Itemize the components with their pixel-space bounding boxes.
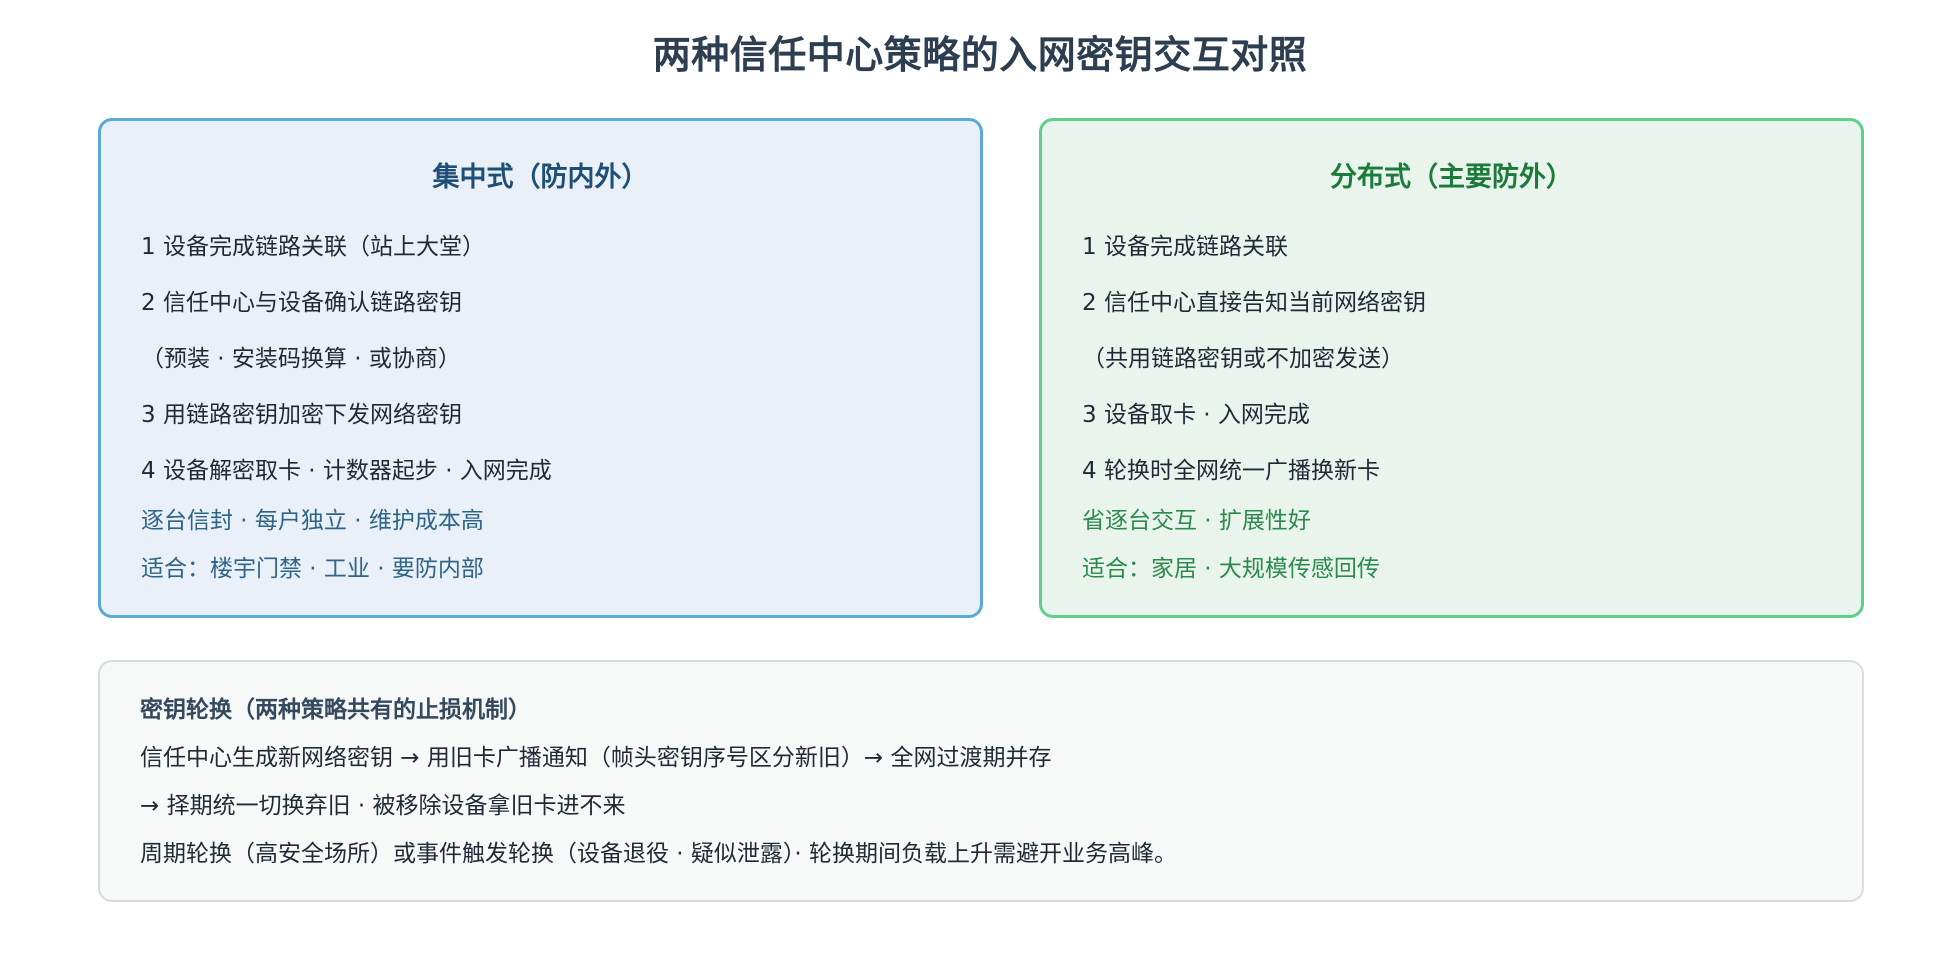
- distributed-note-suitable: 适合：家居 · 大规模传感回传: [1082, 556, 1380, 582]
- central-note-suitable: 适合：楼宇门禁 · 工业 · 要防内部: [141, 556, 484, 582]
- distributed-notes: 省逐台交互 · 扩展性好 适合：家居 · 大规模传感回传: [1082, 497, 1380, 593]
- distributed-step-2-detail: （共用链路密钥或不加密发送）: [1082, 346, 1404, 372]
- key-rotation-title: 密钥轮换（两种策略共有的止损机制）: [140, 697, 531, 723]
- distributed-step-1: 1 设备完成链路关联: [1082, 234, 1288, 260]
- distributed-step-2: 2 信任中心直接告知当前网络密钥: [1082, 290, 1426, 316]
- central-step-2-detail: （预装 · 安装码换算 · 或协商）: [141, 346, 461, 372]
- key-rotation-lines: 信任中心生成新网络密钥 → 用旧卡广播通知（帧头密钥序号区分新旧）→ 全网过渡期…: [140, 734, 1177, 878]
- key-rotation-line-1: 信任中心生成新网络密钥 → 用旧卡广播通知（帧头密钥序号区分新旧）→ 全网过渡期…: [140, 745, 1052, 771]
- distributed-strategy-panel: 分布式（主要防外） 1 设备完成链路关联 2 信任中心直接告知当前网络密钥 （共…: [1039, 118, 1864, 618]
- distributed-steps-list: 1 设备完成链路关联 2 信任中心直接告知当前网络密钥 （共用链路密钥或不加密发…: [1082, 219, 1426, 499]
- central-panel-title: 集中式（防内外）: [432, 162, 649, 193]
- distributed-step-4: 4 轮换时全网统一广播换新卡: [1082, 458, 1380, 484]
- distributed-panel-title: 分布式（主要防外）: [1330, 162, 1573, 193]
- central-step-1: 1 设备完成链路关联（站上大堂）: [141, 234, 485, 260]
- central-strategy-panel: 集中式（防内外） 1 设备完成链路关联（站上大堂） 2 信任中心与设备确认链路密…: [98, 118, 983, 618]
- central-step-4: 4 设备解密取卡 · 计数器起步 · 入网完成: [141, 458, 552, 484]
- distributed-note-tradeoff: 省逐台交互 · 扩展性好: [1082, 508, 1311, 534]
- central-step-3: 3 用链路密钥加密下发网络密钥: [141, 402, 462, 428]
- key-rotation-line-2: → 择期统一切换弃旧 · 被移除设备拿旧卡进不来: [140, 793, 626, 819]
- central-note-tradeoff: 逐台信封 · 每户独立 · 维护成本高: [141, 508, 484, 534]
- distributed-step-3: 3 设备取卡 · 入网完成: [1082, 402, 1310, 428]
- central-step-2: 2 信任中心与设备确认链路密钥: [141, 290, 462, 316]
- page-title: 两种信任中心策略的入网密钥交互对照: [652, 33, 1308, 77]
- central-notes: 逐台信封 · 每户独立 · 维护成本高 适合：楼宇门禁 · 工业 · 要防内部: [141, 497, 484, 593]
- key-rotation-line-3: 周期轮换（高安全场所）或事件触发轮换（设备退役 · 疑似泄露）· 轮换期间负载上…: [140, 841, 1178, 867]
- key-rotation-panel: 密钥轮换（两种策略共有的止损机制） 信任中心生成新网络密钥 → 用旧卡广播通知（…: [98, 660, 1864, 902]
- central-steps-list: 1 设备完成链路关联（站上大堂） 2 信任中心与设备确认链路密钥 （预装 · 安…: [141, 219, 552, 499]
